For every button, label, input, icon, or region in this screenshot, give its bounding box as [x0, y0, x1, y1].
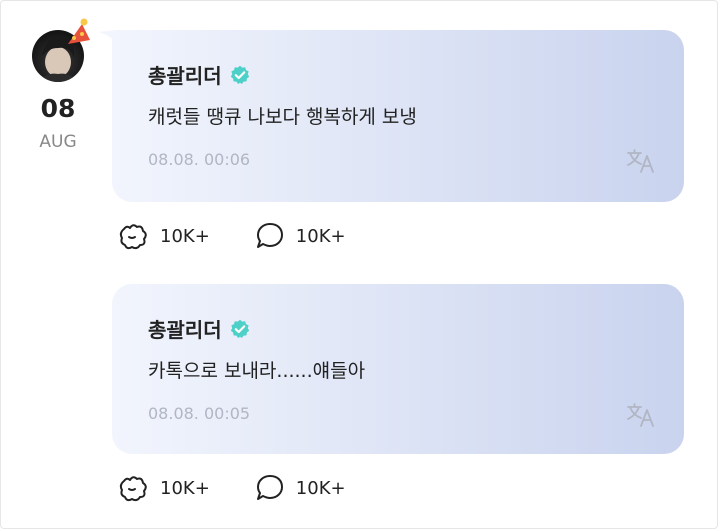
post-actions: 10K+ 10K+ [118, 472, 346, 504]
post-bubble[interactable]: 총괄리더 캐럿들 땡큐 나보다 행복하게 보냉 08.08. 00:06 [112, 30, 684, 202]
like-button[interactable]: 10K+ [118, 220, 210, 252]
post-author[interactable]: 총괄리더 [148, 60, 250, 89]
comment-icon [256, 475, 283, 500]
profile-avatar-wrap[interactable] [30, 18, 94, 84]
like-icon [119, 476, 147, 502]
translate-icon[interactable] [626, 148, 656, 174]
date-day: 08 [40, 94, 76, 123]
author-name: 총괄리더 [148, 318, 222, 342]
post-actions: 10K+ 10K+ [118, 220, 346, 252]
post-author[interactable]: 총괄리더 [148, 314, 250, 343]
like-button[interactable]: 10K+ [118, 472, 210, 504]
post-timestamp: 08.08. 00:05 [148, 404, 251, 423]
post-message: 캐럿들 땡큐 나보다 행복하게 보냉 [148, 106, 417, 128]
author-name: 총괄리더 [148, 64, 222, 88]
verified-badge-icon [230, 319, 249, 338]
comment-icon [256, 223, 283, 248]
like-count: 10K+ [160, 225, 210, 247]
like-icon [119, 224, 147, 250]
post-bubble[interactable]: 총괄리더 카톡으로 보내라......얘들아 08.08. 00:05 [112, 284, 684, 454]
comment-count: 10K+ [295, 225, 346, 247]
date-month: AUG [39, 132, 77, 152]
verified-badge-icon [230, 65, 249, 84]
like-count: 10K+ [160, 477, 210, 499]
party-hat-icon [68, 18, 90, 44]
comment-count: 10K+ [295, 477, 346, 499]
post-timestamp: 08.08. 00:06 [148, 150, 251, 169]
comment-button[interactable]: 10K+ [254, 220, 346, 252]
post-message: 카톡으로 보내라......얘들아 [148, 360, 366, 382]
translate-icon[interactable] [626, 402, 656, 428]
comment-button[interactable]: 10K+ [254, 472, 346, 504]
